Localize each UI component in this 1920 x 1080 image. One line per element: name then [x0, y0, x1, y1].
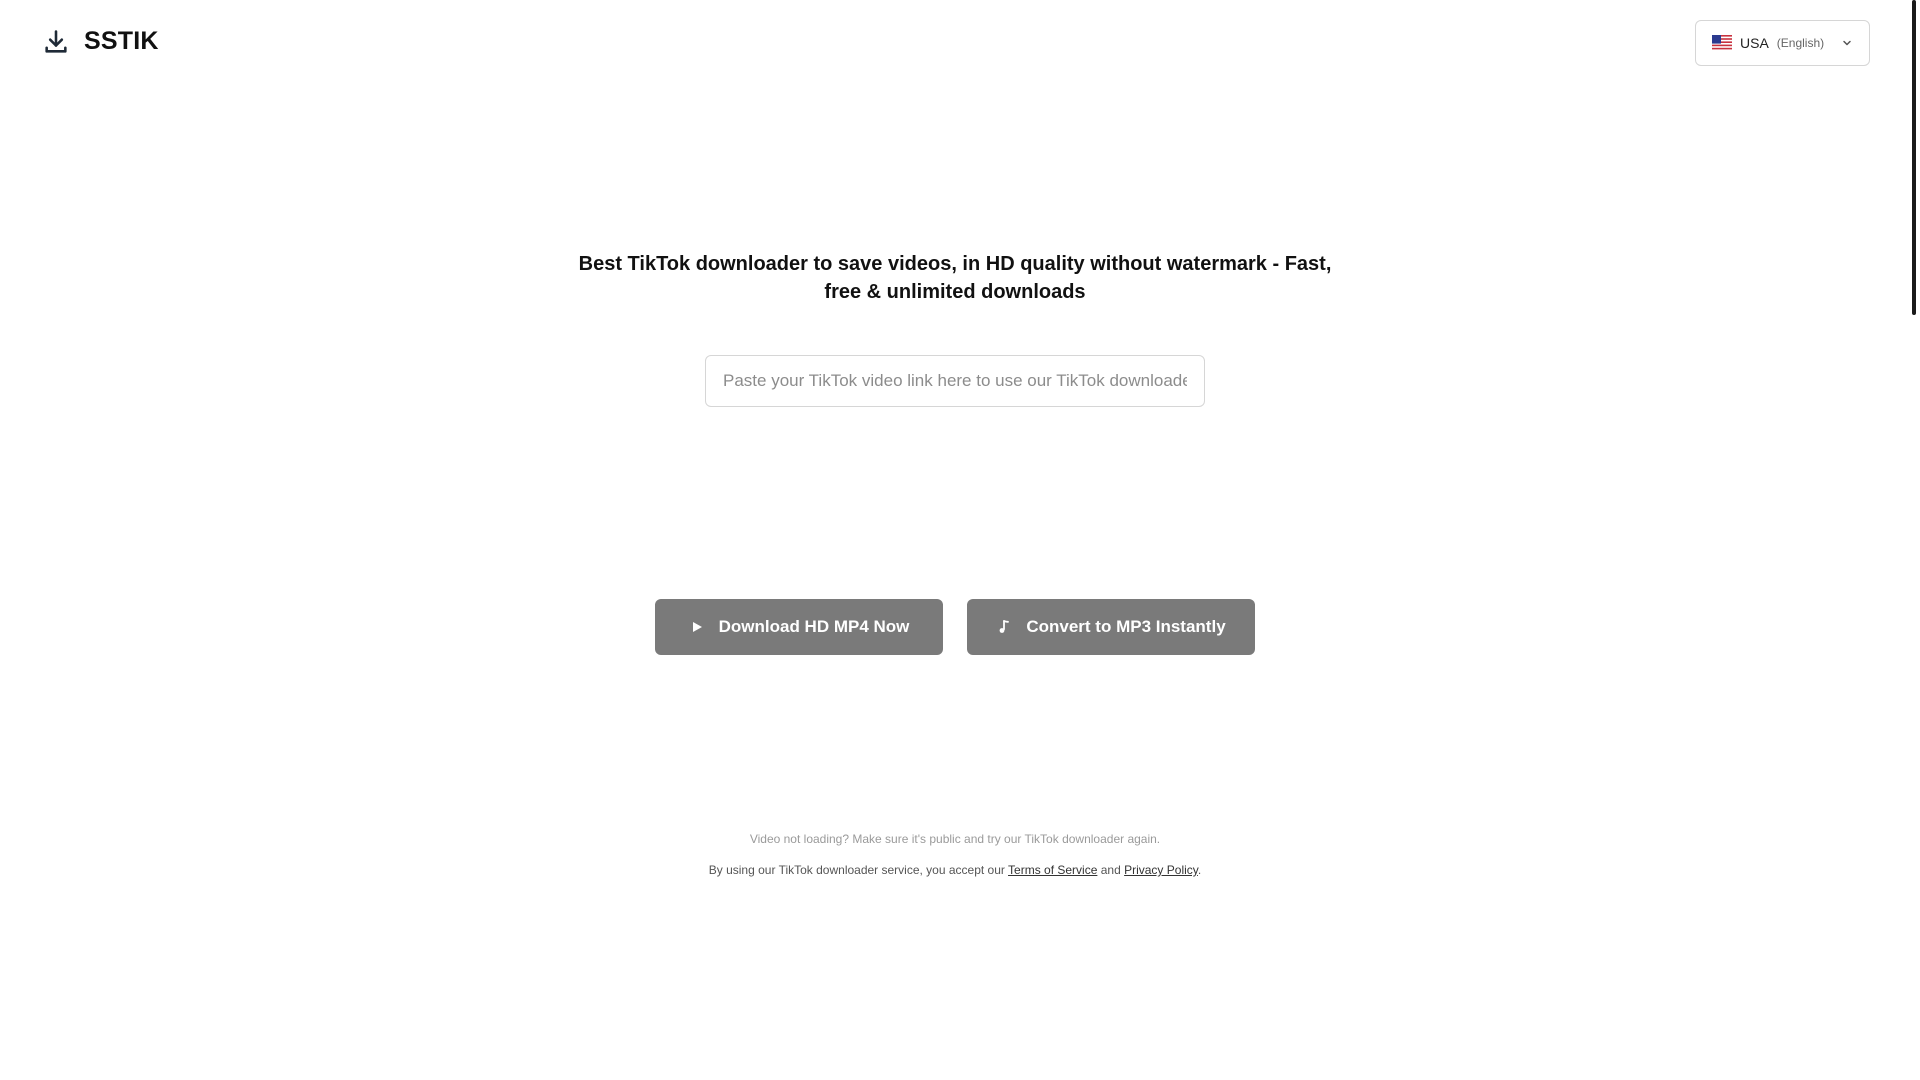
play-icon [689, 619, 705, 635]
brand-logo[interactable]: SSTIK [42, 27, 159, 56]
convert-mp3-label: Convert to MP3 Instantly [1026, 617, 1226, 636]
scrollbar[interactable] [1910, 0, 1920, 1080]
terms-of-service-link[interactable]: Terms of Service [1008, 863, 1097, 877]
scrollbar-thumb[interactable] [1912, 0, 1916, 315]
download-actions: Download HD MP4 Now Convert to MP3 Insta… [655, 599, 1255, 655]
privacy-policy-link[interactable]: Privacy Policy [1124, 863, 1198, 877]
download-icon [42, 28, 70, 56]
language-country: USA [1740, 35, 1769, 51]
music-note-icon [996, 619, 1012, 635]
site-header: SSTIK USA (English) [0, 0, 1910, 85]
terms-prefix: By using our TikTok downloader service, … [708, 863, 1009, 877]
help-text: Video not loading? Make sure it's public… [749, 832, 1161, 846]
download-mp4-button[interactable]: Download HD MP4 Now [655, 599, 943, 655]
terms-and: and [1097, 863, 1125, 877]
language-selector[interactable]: USA (English) [1695, 20, 1870, 66]
brand-name: SSTIK [84, 27, 159, 55]
video-link-input[interactable] [705, 355, 1205, 407]
us-flag-icon [1712, 35, 1732, 51]
terms-notice: By using our TikTok downloader service, … [560, 863, 1350, 877]
terms-suffix: . [1197, 863, 1202, 877]
language-name: (English) [1776, 36, 1825, 50]
convert-mp3-button[interactable]: Convert to MP3 Instantly [967, 599, 1255, 655]
chevron-down-icon [1841, 37, 1853, 49]
download-mp4-label: Download HD MP4 Now [718, 617, 910, 636]
page-headline: Best TikTok downloader to save videos, i… [578, 253, 1332, 303]
